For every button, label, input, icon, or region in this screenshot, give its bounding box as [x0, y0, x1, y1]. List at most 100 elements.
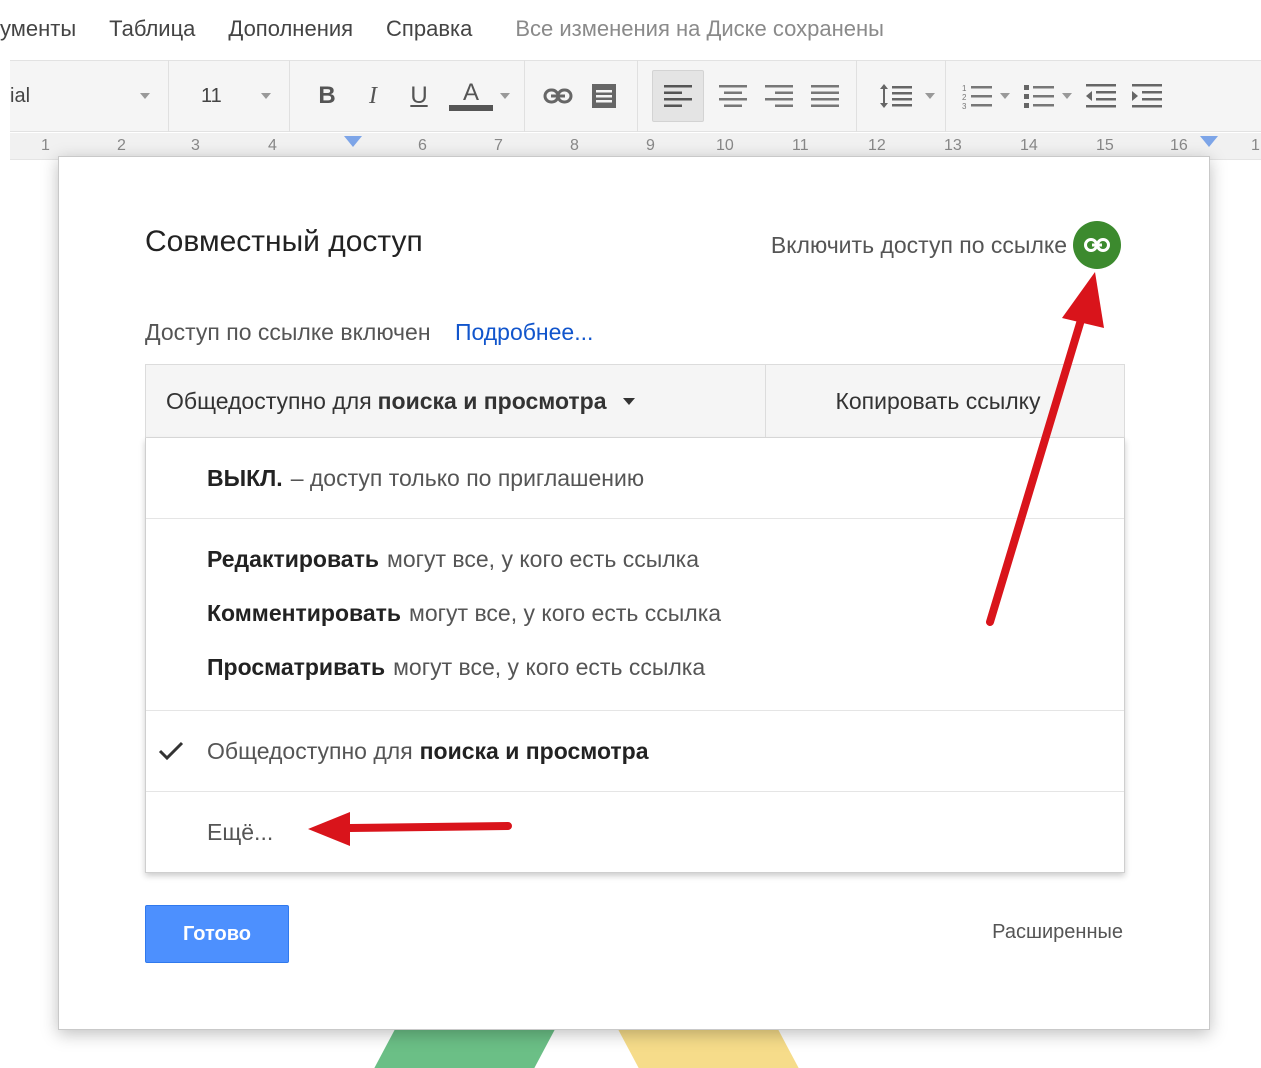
italic-icon: I: [369, 82, 377, 109]
menu-item-more[interactable]: Ещё...: [146, 792, 273, 872]
link-icon: [543, 88, 573, 104]
font-size-select[interactable]: 11: [169, 60, 289, 132]
access-level-dropdown[interactable]: Общедоступно для поиска и просмотра: [146, 365, 766, 437]
line-spacing-button[interactable]: [873, 79, 919, 113]
decrease-indent-icon: [1086, 84, 1116, 108]
chevron-down-icon[interactable]: [1062, 93, 1072, 99]
access-level-bold: поиска и просмотра: [377, 387, 607, 414]
done-button[interactable]: Готово: [145, 905, 289, 963]
copy-link-button[interactable]: Копировать ссылку: [766, 365, 1124, 437]
menu-section-more: Ещё...: [146, 792, 1124, 872]
link-icon: [1084, 238, 1110, 252]
bold-button[interactable]: B: [310, 79, 344, 113]
menu-item-off[interactable]: ВЫКЛ. – доступ только по приглашению: [146, 438, 644, 518]
menu-item-text: – доступ только по приглашению: [290, 464, 645, 491]
ruler-number: 13: [944, 137, 962, 154]
font-family-select[interactable]: ial: [10, 60, 168, 132]
menu-item-bold: Комментировать: [207, 599, 402, 626]
decrease-indent-button[interactable]: [1084, 79, 1118, 113]
underline-icon: U: [410, 82, 428, 109]
align-center-icon: [719, 85, 747, 107]
chevron-down-icon[interactable]: [500, 93, 510, 99]
menu-item-text: могут все, у кого есть ссылка: [393, 653, 706, 680]
indent-marker-icon[interactable]: [344, 136, 362, 147]
menu-item-bold: Просматривать: [207, 653, 386, 680]
svg-text:3: 3: [962, 102, 967, 109]
menu-item-view[interactable]: Просматривать могут все, у кого есть ссы…: [146, 640, 1124, 694]
dialog-title: Совместный доступ: [145, 225, 423, 258]
menu-item-public[interactable]: Общедоступно для поиска и просмотра: [146, 711, 1124, 791]
justify-button[interactable]: [808, 79, 842, 113]
numbered-list-icon: 123: [962, 84, 992, 109]
numbered-list-button[interactable]: 123: [960, 79, 994, 113]
link-status: Доступ по ссылке включен Подробнее...: [145, 319, 593, 346]
ruler-number: 11: [792, 137, 809, 154]
ruler-number: 1: [1251, 137, 1260, 154]
bulleted-list-icon: [1024, 85, 1054, 108]
menu-item-bold: Редактировать: [207, 545, 379, 572]
menu-table[interactable]: Таблица: [109, 16, 195, 42]
menu-section-link: Редактировать могут все, у кого есть ссы…: [146, 519, 1124, 711]
text-color-button[interactable]: A: [448, 79, 494, 113]
ruler-number: 9: [646, 137, 655, 154]
link-toggle-label: Включить доступ по ссылке: [770, 231, 1067, 258]
font-family-value: ial: [10, 84, 31, 107]
ruler-number: 14: [1020, 137, 1038, 154]
svg-text:1: 1: [962, 84, 967, 93]
learn-more-link[interactable]: Подробнее...: [455, 319, 593, 345]
menu-item-text: могут все, у кого есть ссылка: [387, 545, 700, 572]
chevron-down-icon[interactable]: [925, 93, 935, 99]
menu-item-edit[interactable]: Редактировать могут все, у кого есть ссы…: [146, 532, 1124, 586]
align-right-button[interactable]: [762, 79, 796, 113]
increase-indent-icon: [1132, 84, 1162, 108]
menu-item-comment[interactable]: Комментировать могут все, у кого есть сс…: [146, 586, 1124, 640]
line-spacing-icon: [880, 84, 912, 108]
ruler-number: 12: [868, 137, 886, 154]
ruler-number: 4: [268, 137, 277, 154]
toolbar: ial 11 B I U A 1 2 3: [10, 60, 1261, 132]
menu-item-bold: ВЫКЛ.: [207, 464, 283, 491]
insert-comment-button[interactable]: [587, 79, 621, 113]
ruler-number: 16: [1170, 137, 1188, 154]
advanced-link[interactable]: Расширенные: [992, 921, 1123, 944]
menu-tools[interactable]: ументы: [0, 16, 76, 42]
increase-indent-button[interactable]: [1130, 79, 1164, 113]
menu-help[interactable]: Справка: [386, 16, 472, 42]
enable-link-sharing[interactable]: Включить доступ по ссылке: [771, 221, 1121, 269]
sharing-dialog: Совместный доступ Включить доступ по ссы…: [58, 156, 1210, 1030]
menu-item-text: Ещё...: [207, 818, 274, 845]
background-logo-stripe: [617, 1028, 799, 1068]
link-access-section: Общедоступно для поиска и просмотра Копи…: [145, 364, 1125, 873]
ruler-number: 8: [570, 137, 579, 154]
link-sharing-toggle[interactable]: [1073, 221, 1121, 269]
menu-item-text: Общедоступно для: [207, 737, 413, 764]
text-color-icon: A: [462, 79, 479, 106]
chevron-down-icon: [140, 93, 150, 99]
save-status[interactable]: Все изменения на Диске сохранены: [515, 16, 884, 42]
align-left-button[interactable]: [652, 70, 704, 122]
bulleted-list-button[interactable]: [1022, 79, 1056, 113]
menu-addons[interactable]: Дополнения: [228, 16, 353, 42]
font-size-value: 11: [201, 84, 222, 107]
svg-text:2: 2: [962, 93, 967, 102]
underline-button[interactable]: U: [402, 79, 436, 113]
checkmark-icon: [158, 741, 184, 761]
comment-icon: [592, 84, 616, 108]
menu-item-text: могут все, у кого есть ссылка: [409, 599, 722, 626]
ruler-number: 15: [1096, 137, 1114, 154]
ruler-number: 2: [117, 137, 126, 154]
italic-button[interactable]: I: [356, 79, 390, 113]
text-color-swatch: [449, 105, 493, 111]
align-center-button[interactable]: [716, 79, 750, 113]
ruler-number: 10: [716, 137, 734, 154]
ruler-number: 7: [494, 137, 503, 154]
align-right-icon: [765, 85, 793, 107]
chevron-down-icon: [261, 93, 271, 99]
align-left-icon: [664, 85, 692, 107]
justify-icon: [811, 85, 839, 107]
chevron-down-icon[interactable]: [1000, 93, 1010, 99]
right-indent-marker-icon[interactable]: [1200, 136, 1218, 147]
insert-link-button[interactable]: [541, 79, 575, 113]
bold-icon: B: [318, 82, 336, 109]
menu-bar: ументы Таблица Дополнения Справка Все из…: [0, 0, 1261, 58]
